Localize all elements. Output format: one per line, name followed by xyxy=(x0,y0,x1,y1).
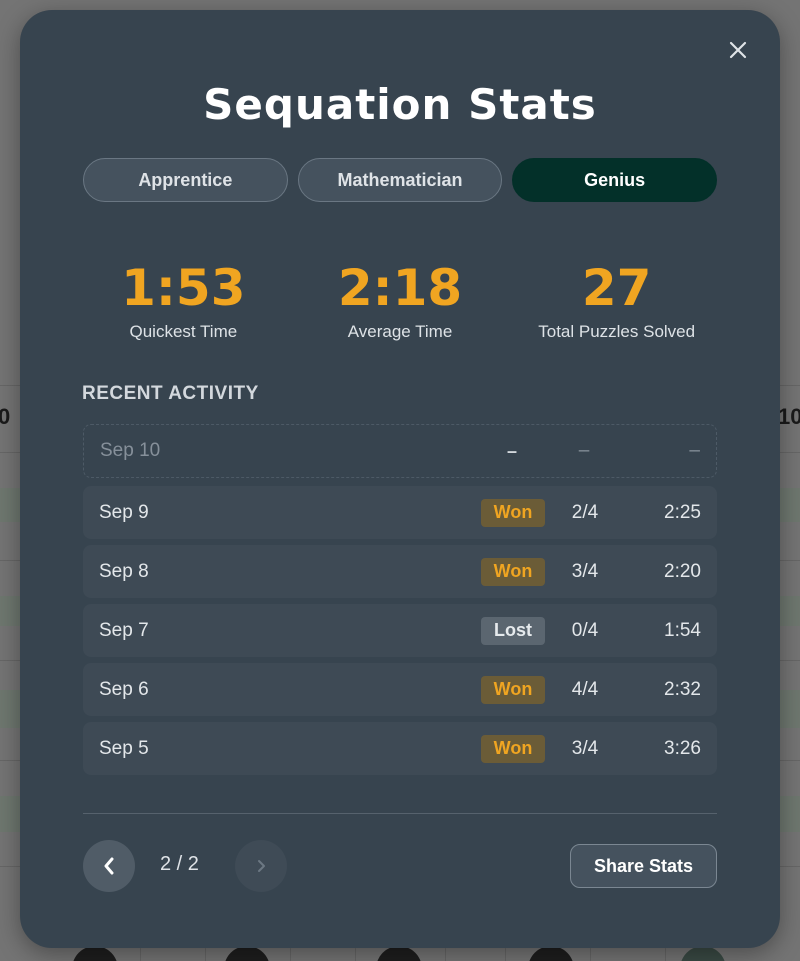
result-badge: Lost xyxy=(481,616,545,645)
list-item: Sep 9 Won 2/4 2:25 xyxy=(83,486,717,539)
stat-quickest-time: 1:53 Quickest Time xyxy=(75,260,292,342)
activity-time: 3:26 xyxy=(664,737,701,759)
background-circle xyxy=(376,946,422,961)
background-circle xyxy=(528,946,574,961)
recent-activity-list: Sep 10 – – – Sep 9 Won 2/4 2:25 Sep 8 Wo… xyxy=(83,424,717,781)
result-badge: Won xyxy=(481,557,545,586)
background-number-right: 10 xyxy=(778,404,800,429)
divider xyxy=(83,813,717,814)
activity-date: Sep 6 xyxy=(99,678,149,700)
background-circle xyxy=(72,946,118,961)
tab-apprentice[interactable]: Apprentice xyxy=(83,158,288,202)
tab-genius[interactable]: Genius xyxy=(512,158,718,202)
activity-time: – xyxy=(689,440,700,461)
activity-time: 2:32 xyxy=(664,678,701,700)
result-badge: Won xyxy=(481,734,545,763)
stat-total-solved: 27 Total Puzzles Solved xyxy=(508,260,725,342)
activity-time: 2:20 xyxy=(664,560,701,582)
background-number-left: 0 xyxy=(0,404,11,429)
result-badge: – xyxy=(506,440,517,461)
close-icon xyxy=(729,41,747,59)
next-page-button[interactable] xyxy=(235,840,287,892)
chevron-right-icon xyxy=(258,860,265,872)
activity-score: 4/4 xyxy=(571,678,599,700)
list-item: Sep 5 Won 3/4 3:26 xyxy=(83,722,717,775)
difficulty-tabs: Apprentice Mathematician Genius xyxy=(83,158,718,202)
stat-value: 1:53 xyxy=(121,259,246,317)
activity-score: 2/4 xyxy=(571,501,599,523)
activity-date: Sep 9 xyxy=(99,501,149,523)
previous-page-button[interactable] xyxy=(83,840,135,892)
stat-label: Average Time xyxy=(347,322,453,341)
stat-average-time: 2:18 Average Time xyxy=(292,260,509,342)
activity-score: 3/4 xyxy=(571,737,599,759)
activity-score: – xyxy=(578,440,590,461)
stats-summary: 1:53 Quickest Time 2:18 Average Time 27 … xyxy=(75,260,725,342)
share-stats-button[interactable]: Share Stats xyxy=(570,844,717,888)
activity-date: Sep 10 xyxy=(100,440,161,461)
activity-date: Sep 7 xyxy=(99,619,149,641)
result-badge: Won xyxy=(481,498,545,527)
background-circle xyxy=(224,946,270,961)
activity-score: 3/4 xyxy=(571,560,599,582)
activity-score: 0/4 xyxy=(571,619,599,641)
result-badge: Won xyxy=(481,675,545,704)
page-indicator: 2 / 2 xyxy=(160,853,199,875)
background-circle xyxy=(680,946,726,961)
activity-time: 1:54 xyxy=(664,619,701,641)
activity-time: 2:25 xyxy=(664,501,701,523)
list-item: Sep 7 Lost 0/4 1:54 xyxy=(83,604,717,657)
modal-title: Sequation Stats xyxy=(203,80,597,129)
list-item: Sep 10 – – – xyxy=(83,424,717,478)
stats-modal: Sequation Stats Apprentice Mathematician… xyxy=(20,10,780,948)
stat-value: 27 xyxy=(581,259,652,317)
recent-activity-heading: RECENT ACTIVITY xyxy=(82,383,259,404)
close-button[interactable] xyxy=(724,36,752,64)
tab-mathematician[interactable]: Mathematician xyxy=(297,158,503,202)
stat-value: 2:18 xyxy=(337,259,463,317)
activity-date: Sep 8 xyxy=(99,560,149,582)
stat-label: Total Puzzles Solved xyxy=(538,322,696,341)
chevron-left-icon xyxy=(104,857,114,875)
list-item: Sep 8 Won 3/4 2:20 xyxy=(83,545,717,598)
list-item: Sep 6 Won 4/4 2:32 xyxy=(83,663,717,716)
stat-label: Quickest Time xyxy=(129,322,238,341)
activity-date: Sep 5 xyxy=(99,737,149,759)
